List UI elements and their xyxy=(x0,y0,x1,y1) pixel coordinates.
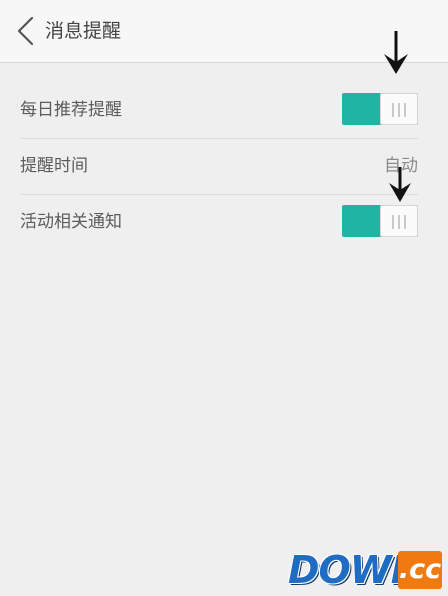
setting-row-daily-recommend[interactable]: 每日推荐提醒 xyxy=(20,82,418,139)
setting-row-activity-notice[interactable]: 活动相关通知 xyxy=(20,194,418,250)
down-arrow-icon xyxy=(384,31,408,74)
back-button[interactable] xyxy=(10,14,42,48)
watermark-logo: DOWN .cc xyxy=(288,548,444,592)
down-arrow-icon xyxy=(389,167,411,202)
setting-label: 活动相关通知 xyxy=(20,212,122,232)
activity-notice-toggle[interactable] xyxy=(342,205,418,237)
chevron-left-icon xyxy=(17,16,34,46)
watermark-badge: .cc xyxy=(398,551,442,589)
grip-icon xyxy=(392,103,406,117)
setting-label: 提醒时间 xyxy=(20,156,88,176)
grip-icon xyxy=(392,215,406,229)
setting-row-reminder-time[interactable]: 提醒时间 自动 xyxy=(20,138,418,195)
daily-recommend-toggle[interactable] xyxy=(342,93,418,125)
toggle-knob xyxy=(380,205,418,237)
setting-label: 每日推荐提醒 xyxy=(20,100,122,120)
toggle-knob xyxy=(380,93,418,125)
page-title: 消息提醒 xyxy=(45,20,122,42)
